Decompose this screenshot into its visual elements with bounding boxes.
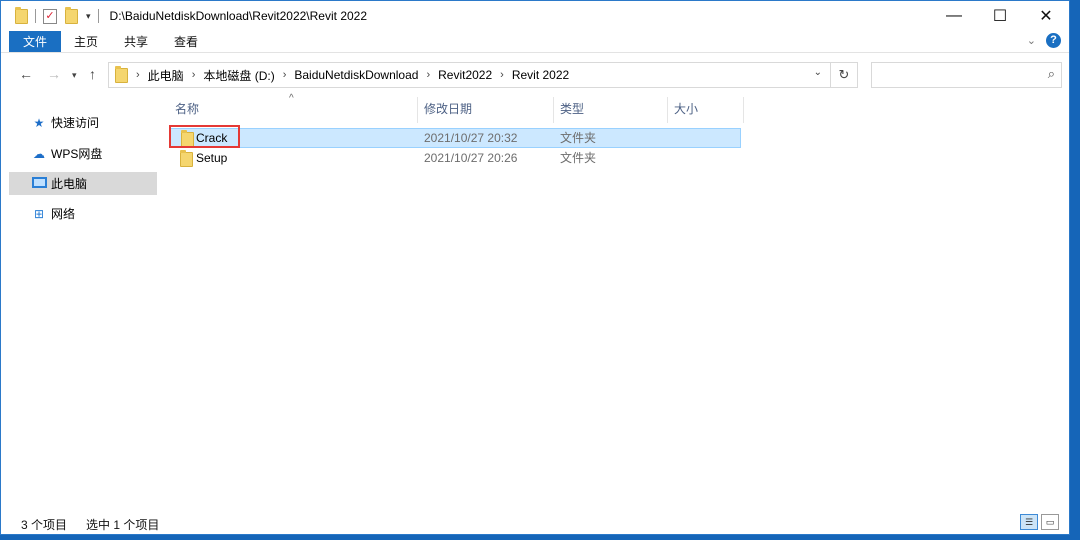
breadcrumb-drive[interactable]: 本地磁盘 (D:) [203,67,274,84]
desktop-background [1070,0,1080,540]
chevron-right-icon[interactable]: › [283,69,287,81]
table-row[interactable]: Setup 2021/10/27 20:26 文件夹 [169,149,741,169]
close-button[interactable]: ✕ [1023,1,1069,31]
chevron-right-icon[interactable]: › [426,69,430,81]
sidebar-item-label: 此电脑 [51,177,88,191]
new-folder-icon[interactable] [65,6,78,24]
tab-file[interactable]: 文件 [9,31,61,52]
column-header-name[interactable]: 名称 [169,97,418,123]
file-list: ^ 名称 修改日期 类型 大小 Crack 2021/10/27 20:32 文… [161,93,1069,507]
forward-arrow-icon[interactable]: → [47,66,61,82]
chevron-right-icon[interactable]: › [500,69,504,81]
sidebar-item-wps-drive[interactable]: ☁ WPS网盘 [9,142,157,165]
up-arrow-icon[interactable]: ↑ [89,66,96,82]
address-bar[interactable]: › 此电脑 › 本地磁盘 (D:) › BaiduNetdiskDownload… [108,62,831,88]
star-icon: ★ [33,115,45,130]
file-type: 文件夹 [560,151,597,165]
explorer-window: ✓ ▾ D:\BaiduNetdiskDownload\Revit2022\Re… [0,0,1070,535]
details-view-icon[interactable]: ☰ [1020,514,1038,530]
divider [35,9,36,23]
quick-access-toolbar: ✓ ▾ [1,1,106,31]
back-arrow-icon[interactable]: ← [19,66,33,82]
desktop-background [0,535,1080,540]
file-date: 2021/10/27 20:32 [424,131,518,145]
folder-icon [15,6,28,24]
breadcrumb-this-pc[interactable]: 此电脑 [148,67,184,84]
navigation-bar: ← → ▾ ↑ › 此电脑 › 本地磁盘 (D:) › BaiduNetdisk… [1,56,1069,94]
breadcrumb-revit2022[interactable]: Revit2022 [438,68,492,82]
highlight-annotation [169,125,240,148]
search-icon: ⌕ [1047,66,1055,81]
divider [97,9,99,23]
refresh-icon: ↻ [838,67,850,82]
ribbon-tabs: 文件 主页 共享 查看 ⌄ ? [1,31,1069,53]
ribbon-right: ⌄ ? [1027,33,1061,48]
column-header-date[interactable]: 修改日期 [418,97,554,123]
column-header-size[interactable]: 大小 [668,97,744,123]
sidebar-item-label: WPS网盘 [51,147,103,161]
navigation-pane: ★ 快速访问 ☁ WPS网盘 此电脑 ⊞ 网络 [1,97,161,507]
selected-count: 选中 1 个项目 [86,518,160,532]
status-bar: 3 个项目 选中 1 个项目 ☰ ▭ [1,513,1069,535]
minimize-button[interactable]: — [931,1,977,31]
view-switcher: ☰ ▭ [1020,514,1059,530]
chevron-right-icon[interactable]: › [192,69,196,81]
file-name: Setup [196,151,228,165]
refresh-button[interactable]: ↻ [831,62,858,88]
breadcrumb-revit-2022[interactable]: Revit 2022 [512,68,569,82]
maximize-button[interactable]: ☐ [977,1,1023,31]
expand-ribbon-icon[interactable]: ⌄ [1027,34,1036,47]
sidebar-item-this-pc[interactable]: 此电脑 [9,172,157,195]
tab-home[interactable]: 主页 [61,31,111,52]
properties-icon[interactable]: ✓ [43,8,57,24]
file-type: 文件夹 [560,131,597,145]
title-bar: ✓ ▾ D:\BaiduNetdiskDownload\Revit2022\Re… [1,1,1069,31]
customize-dropdown-icon[interactable]: ▾ [86,11,91,22]
recent-locations-icon[interactable]: ▾ [72,70,77,81]
search-input[interactable]: ⌕ [871,62,1062,88]
item-count: 3 个项目 [21,518,68,532]
folder-icon [115,65,128,83]
help-icon[interactable]: ? [1046,33,1061,48]
folder-icon [180,150,193,167]
breadcrumb-baidu[interactable]: BaiduNetdiskDownload [294,68,418,82]
large-icons-view-icon[interactable]: ▭ [1041,514,1059,530]
sidebar-item-quick-access[interactable]: ★ 快速访问 [9,111,157,134]
cloud-icon: ☁ [33,146,45,161]
computer-icon [31,176,47,191]
sidebar-item-label: 网络 [51,207,76,221]
column-header-type[interactable]: 类型 [554,97,668,123]
window-title: D:\BaiduNetdiskDownload\Revit2022\Revit … [109,9,368,23]
tab-view[interactable]: 查看 [161,31,211,52]
sidebar-item-label: 快速访问 [51,116,100,130]
chevron-down-icon[interactable]: ⌄ [814,67,822,78]
file-date: 2021/10/27 20:26 [424,151,518,165]
table-row[interactable]: Crack 2021/10/27 20:32 文件夹 [169,128,741,148]
chevron-right-icon[interactable]: › [136,69,140,81]
network-icon: ⊞ [33,206,45,221]
sidebar-item-network[interactable]: ⊞ 网络 [9,202,157,225]
window-controls: — ☐ ✕ [931,1,1069,31]
tab-share[interactable]: 共享 [111,31,161,52]
